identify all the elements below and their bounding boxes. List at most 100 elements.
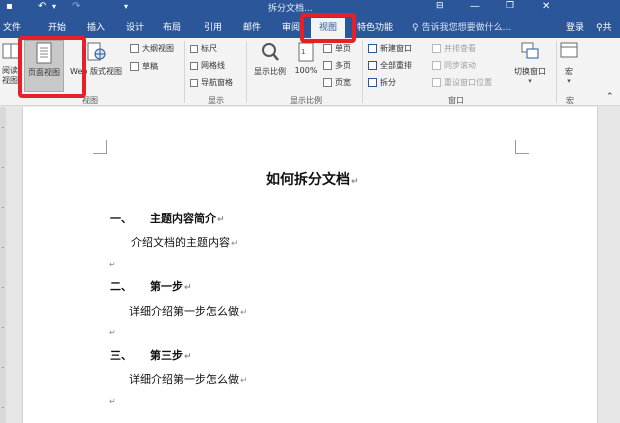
macros-button[interactable]: 宏 ▾	[558, 40, 580, 92]
draft-icon	[130, 62, 139, 71]
undo-icon[interactable]: ↶	[38, 1, 46, 12]
collapse-ribbon-icon[interactable]: ⌃	[606, 92, 614, 102]
outline-icon	[130, 44, 139, 53]
switch-windows-button[interactable]: 切换窗口 ▾	[508, 40, 552, 92]
side-by-side-label: 并排查看	[444, 44, 476, 53]
tab-layout[interactable]: 布局	[163, 20, 181, 33]
section-body[interactable]: 详细介绍第一步怎么做↵	[129, 371, 248, 387]
person-icon: ⚲	[596, 23, 603, 33]
side-by-side-button[interactable]: 并排查看	[432, 43, 476, 54]
nav-pane-label: 导航窗格	[201, 78, 233, 87]
zoom-button[interactable]: 显示比例	[250, 40, 290, 92]
empty-paragraph-mark: ↵	[109, 328, 116, 337]
document-page[interactable]: 如何拆分文档↵ 一、 主题内容简介↵ 介绍文档的主题内容↵ ↵ 二、 第一步↵ 详细…	[22, 107, 598, 423]
zoom-100-label: 100%	[294, 66, 318, 75]
save-icon[interactable]: ▪	[6, 1, 13, 12]
split-icon	[368, 78, 377, 87]
paragraph-mark: ↵	[240, 308, 248, 318]
tab-insert[interactable]: 插入	[87, 20, 105, 33]
share-button[interactable]: ⚲共	[596, 20, 612, 33]
undo-dropdown-icon[interactable]: ▾	[52, 2, 56, 11]
document-title[interactable]: 如何拆分文档↵	[266, 169, 359, 189]
reset-position-button[interactable]: 重设窗口位置	[432, 77, 492, 88]
crop-mark-top-right	[515, 140, 529, 154]
svg-text:1: 1	[301, 48, 305, 56]
section-heading[interactable]: 三、 第三步↵	[110, 347, 192, 363]
ribbon-view-panel: 阅读视图 页面视图 Web 版式视图 大纲视图 草稿 视图 标尺 网格线 导航窗…	[0, 38, 620, 106]
vertical-ruler	[0, 107, 6, 423]
outline-label: 大纲视图	[142, 44, 174, 53]
tab-file[interactable]: 文件	[3, 20, 21, 33]
close-icon[interactable]: ✕	[542, 1, 550, 12]
empty-paragraph-mark: ↵	[109, 260, 116, 269]
arrange-all-button[interactable]: 全部重排	[368, 60, 412, 71]
new-window-button[interactable]: 新建窗口	[368, 43, 412, 54]
section-body[interactable]: 介绍文档的主题内容↵	[131, 234, 239, 250]
title-bar: ▪ ↶ ▾ ↷ ▾ 拆分文档... ⊟ — ❐ ✕	[0, 0, 620, 14]
macros-icon	[560, 42, 578, 58]
one-page-button[interactable]: 单页	[323, 43, 351, 54]
nav-pane-checkbox[interactable]: 导航窗格	[190, 77, 233, 88]
gridlines-check-icon	[190, 61, 198, 70]
gridlines-checkbox[interactable]: 网格线	[190, 60, 225, 71]
new-window-label: 新建窗口	[380, 44, 412, 53]
tab-mailings[interactable]: 邮件	[243, 20, 261, 33]
draft-label: 草稿	[142, 62, 158, 71]
section-number: 三、	[110, 349, 132, 362]
section-heading[interactable]: 一、 主题内容简介↵	[110, 210, 225, 226]
ruler-check-icon	[190, 44, 198, 53]
sync-scroll-icon	[432, 61, 441, 70]
customize-toolbar-icon[interactable]: ▾	[124, 2, 128, 11]
redo-icon[interactable]: ↷	[72, 1, 80, 12]
restore-icon[interactable]: ❐	[506, 1, 514, 11]
page-width-button[interactable]: 页宽	[323, 77, 351, 88]
empty-paragraph-mark: ↵	[109, 397, 116, 406]
one-page-icon	[323, 44, 332, 53]
crop-mark-top-left	[93, 140, 107, 154]
reset-position-icon	[432, 78, 441, 87]
paragraph-mark: ↵	[231, 239, 239, 249]
section-body-text: 介绍文档的主题内容	[131, 236, 230, 249]
magnifier-icon	[262, 43, 279, 61]
separator	[184, 41, 185, 103]
split-button[interactable]: 拆分	[368, 77, 396, 88]
sign-in-link[interactable]: 登录	[566, 20, 584, 33]
tab-special-features[interactable]: 特色功能	[357, 20, 393, 33]
ribbon-display-icon[interactable]: ⊟	[436, 1, 444, 11]
section-body[interactable]: 详细介绍第一步怎么做↵	[129, 303, 248, 319]
document-area: 如何拆分文档↵ 一、 主题内容简介↵ 介绍文档的主题内容↵ ↵ 二、 第一步↵ 详细…	[0, 107, 620, 423]
minimize-icon[interactable]: —	[470, 1, 480, 12]
paragraph-mark: ↵	[217, 215, 225, 225]
gridlines-label: 网格线	[201, 61, 225, 70]
sync-scroll-label: 同步滚动	[444, 61, 476, 70]
macros-label: 宏	[565, 67, 573, 76]
zoom-100-button[interactable]: 1 100%	[292, 40, 320, 92]
ruler-tick	[2, 407, 4, 408]
new-window-icon	[368, 44, 377, 53]
sync-scroll-button[interactable]: 同步滚动	[432, 60, 476, 71]
show-group-label: 显示	[208, 96, 224, 105]
page-width-icon	[323, 78, 332, 87]
tell-me-search[interactable]: ♀ 告诉我您想要做什么...	[412, 20, 511, 33]
tab-home[interactable]: 开始	[48, 20, 66, 33]
tab-review[interactable]: 审阅	[282, 20, 300, 33]
section-heading[interactable]: 二、 第一步↵	[110, 278, 192, 294]
ruler-checkbox[interactable]: 标尺	[190, 43, 217, 54]
document-title-text: 如何拆分文档	[266, 172, 350, 188]
tell-me-text: 告诉我您想要做什么...	[421, 23, 512, 33]
section-body-text: 详细介绍第一步怎么做	[129, 305, 239, 318]
ruler-label: 标尺	[201, 44, 217, 53]
tab-design[interactable]: 设计	[126, 20, 144, 33]
ruler-tick	[2, 247, 4, 248]
draft-view-button[interactable]: 草稿	[130, 61, 158, 72]
macros-dropdown-icon: ▾	[567, 77, 571, 85]
zoom-100-icon: 1	[298, 42, 314, 62]
lightbulb-icon: ♀	[412, 23, 419, 33]
multiple-pages-button[interactable]: 多页	[323, 60, 351, 71]
outline-view-button[interactable]: 大纲视图	[130, 43, 174, 54]
arrange-all-label: 全部重排	[380, 61, 412, 70]
window-group-label: 窗口	[448, 96, 464, 105]
separator	[556, 41, 557, 103]
share-label: 共	[602, 23, 612, 33]
tab-references[interactable]: 引用	[204, 20, 222, 33]
